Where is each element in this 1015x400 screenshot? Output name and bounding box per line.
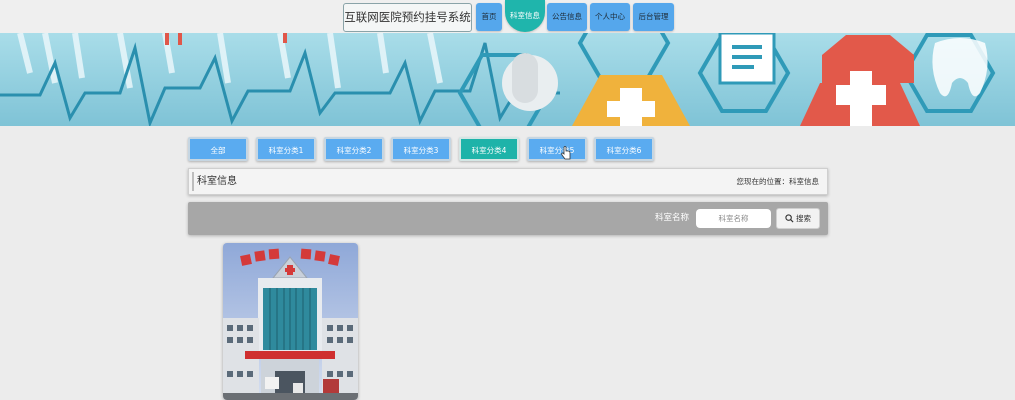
page-title: 科室信息 xyxy=(197,176,237,187)
department-image xyxy=(223,243,358,400)
nav-personal-center[interactable]: 个人中心 xyxy=(590,3,630,31)
nav-department-info[interactable]: 科室信息 xyxy=(505,0,545,32)
category-tab-all[interactable]: 全部 xyxy=(188,137,248,161)
site-title[interactable]: 互联网医院预约挂号系统 xyxy=(343,3,472,32)
search-button-label: 搜索 xyxy=(796,214,811,223)
category-tab-3[interactable]: 科室分类3 xyxy=(391,137,451,161)
search-bar: 科室名称 搜索 xyxy=(188,202,828,235)
breadcrumb: 您现在的位置：科室信息 xyxy=(736,177,820,186)
hero-banner xyxy=(0,33,1015,126)
category-tab-2[interactable]: 科室分类2 xyxy=(324,137,384,161)
top-navigation-bar: 互联网医院预约挂号系统 首页 科室信息 公告信息 个人中心 后台管理 xyxy=(0,0,1015,33)
search-button[interactable]: 搜索 xyxy=(776,208,820,229)
pointer-cursor-icon xyxy=(561,146,571,160)
search-icon xyxy=(785,214,794,223)
category-tab-6[interactable]: 科室分类6 xyxy=(594,137,654,161)
breadcrumb-bar: 科室信息 您现在的位置：科室信息 xyxy=(188,168,828,195)
category-tab-1[interactable]: 科室分类1 xyxy=(256,137,316,161)
nav-home[interactable]: 首页 xyxy=(476,3,502,31)
search-label: 科室名称 xyxy=(655,213,690,223)
department-name-search-input[interactable] xyxy=(696,209,771,228)
category-tab-5[interactable]: 科室分类5 xyxy=(527,137,587,161)
nav-admin[interactable]: 后台管理 xyxy=(633,3,674,31)
department-card[interactable] xyxy=(223,243,358,400)
category-tab-4[interactable]: 科室分类4 xyxy=(459,137,519,161)
nav-announcements[interactable]: 公告信息 xyxy=(547,3,587,31)
